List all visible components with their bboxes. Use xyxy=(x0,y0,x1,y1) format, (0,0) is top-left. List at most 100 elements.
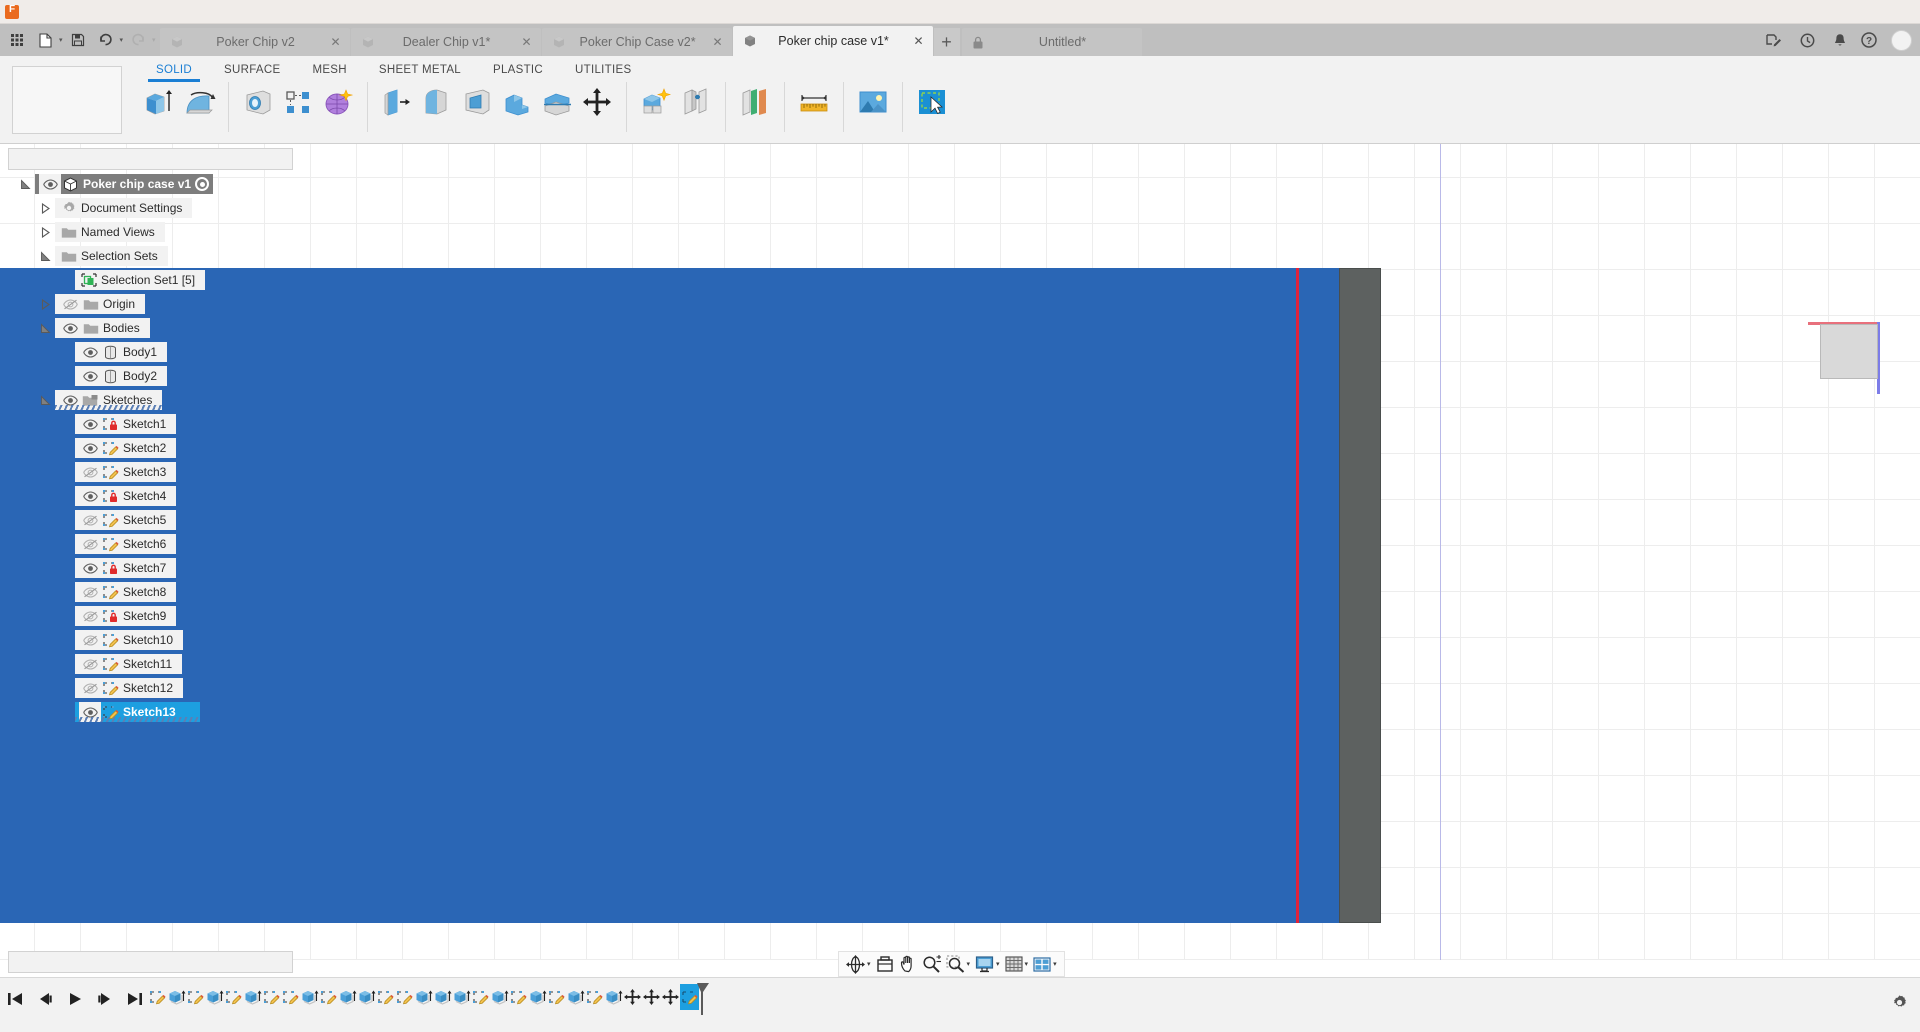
timeline-feature-28-sketch-current[interactable] xyxy=(680,983,709,1015)
viewports-button[interactable]: ▾ xyxy=(1031,955,1059,974)
visibility-eye-off-icon[interactable] xyxy=(79,630,101,650)
jump-to-end-button[interactable] xyxy=(125,989,145,1009)
timeline-feature-27-move[interactable] xyxy=(661,984,680,1010)
user-avatar[interactable] xyxy=(1891,29,1912,51)
combine-icon[interactable] xyxy=(498,82,536,122)
play-button[interactable] xyxy=(65,989,85,1009)
visibility-eye-icon[interactable] xyxy=(79,558,101,578)
orbit-caret-icon[interactable]: ▾ xyxy=(867,960,871,968)
tree-item-sketch6[interactable]: Sketch6 xyxy=(0,532,300,556)
display-settings-button[interactable]: ▾ xyxy=(973,954,1002,974)
undo-group[interactable]: ▾ xyxy=(93,27,123,53)
jump-to-beginning-button[interactable] xyxy=(5,989,25,1009)
insert-image-icon[interactable] xyxy=(854,82,892,122)
fillet-icon[interactable] xyxy=(418,82,456,122)
viewports-caret-icon[interactable]: ▾ xyxy=(1053,960,1057,968)
tree-item-poker-chip-case-v1[interactable]: Poker chip case v1 xyxy=(0,172,300,196)
new-document-caret-icon[interactable]: ▾ xyxy=(59,36,63,44)
timeline-feature-23-sketch[interactable] xyxy=(585,984,604,1010)
app-grid-icon[interactable] xyxy=(4,27,30,53)
tree-item-document-settings[interactable]: Document Settings xyxy=(0,196,300,220)
expand-triangle-icon[interactable] xyxy=(20,178,35,190)
tree-item-sketch13[interactable]: Sketch13 xyxy=(0,700,300,724)
visibility-eye-icon[interactable] xyxy=(79,366,101,386)
timeline-feature-12-sketch[interactable] xyxy=(376,984,395,1010)
tree-item-sketch11[interactable]: Sketch11 xyxy=(0,652,300,676)
timeline-feature-24-extrude[interactable] xyxy=(604,984,623,1010)
document-tab-close-icon[interactable]: ✕ xyxy=(911,34,927,48)
redo-caret-icon[interactable]: ▾ xyxy=(152,36,156,44)
timeline-marker[interactable] xyxy=(697,983,709,1015)
construct-plane-icon[interactable] xyxy=(736,82,774,122)
collapse-triangle-icon[interactable] xyxy=(40,202,55,214)
tree-item-origin[interactable]: Origin xyxy=(0,292,300,316)
timeline-feature-19-sketch[interactable] xyxy=(509,984,528,1010)
visibility-eye-off-icon[interactable] xyxy=(79,510,101,530)
timeline-feature-26-move[interactable] xyxy=(642,984,661,1010)
body-geometry-band[interactable] xyxy=(1339,268,1381,923)
tree-item-sketch1[interactable]: Sketch1 xyxy=(0,412,300,436)
document-tab-close-icon[interactable]: ✕ xyxy=(710,35,726,49)
tree-item-sketches[interactable]: Sketches xyxy=(0,388,300,412)
visibility-eye-off-icon[interactable] xyxy=(79,534,101,554)
expand-triangle-icon[interactable] xyxy=(40,322,55,334)
redo-icon[interactable] xyxy=(125,27,151,53)
timeline-feature-6-sketch[interactable] xyxy=(262,984,281,1010)
maximize-button[interactable] xyxy=(1832,0,1876,24)
ribbon-tab-plastic[interactable]: PLASTIC xyxy=(477,61,559,80)
save-icon[interactable] xyxy=(65,27,91,53)
help-icon[interactable]: ? xyxy=(1861,32,1877,48)
grid-snaps-caret-icon[interactable]: ▾ xyxy=(1025,960,1029,968)
document-tab-close-icon[interactable]: ✕ xyxy=(519,35,535,49)
visibility-eye-icon[interactable] xyxy=(59,318,81,338)
document-tab-3[interactable]: Poker chip case v1* ✕ xyxy=(732,26,933,56)
new-document-icon[interactable] xyxy=(32,27,58,53)
timeline-feature-17-sketch[interactable] xyxy=(471,984,490,1010)
timeline-feature-16-extrude[interactable] xyxy=(452,984,471,1010)
view-cube[interactable] xyxy=(1820,324,1878,379)
tree-item-sketch3[interactable]: Sketch3 xyxy=(0,460,300,484)
look-at-button[interactable] xyxy=(874,954,896,974)
timeline-feature-15-extrude[interactable] xyxy=(433,984,452,1010)
timeline-feature-21-sketch[interactable] xyxy=(547,984,566,1010)
timeline-feature-8-extrude[interactable] xyxy=(300,984,319,1010)
measure-icon[interactable] xyxy=(795,82,833,122)
minimize-button[interactable] xyxy=(1788,0,1832,24)
timeline-feature-5-extrude[interactable] xyxy=(243,984,262,1010)
collapse-triangle-icon[interactable] xyxy=(40,226,55,238)
extrude-icon[interactable] xyxy=(140,82,178,122)
pattern-icon[interactable] xyxy=(279,82,317,122)
tree-item-named-views[interactable]: Named Views xyxy=(0,220,300,244)
timeline-feature-1-extrude[interactable] xyxy=(167,984,186,1010)
new-document-group[interactable]: ▾ xyxy=(32,27,63,53)
ribbon-tab-mesh[interactable]: MESH xyxy=(296,61,362,80)
ribbon-tab-sheet-metal[interactable]: SHEET METAL xyxy=(363,61,477,80)
visibility-eye-off-icon[interactable] xyxy=(79,678,101,698)
tree-item-selection-set1-5[interactable]: Selection Set1 [5] xyxy=(0,268,300,292)
zoom-window-caret-icon[interactable]: ▾ xyxy=(967,960,971,968)
tree-item-sketch2[interactable]: Sketch2 xyxy=(0,436,300,460)
ribbon-tab-surface[interactable]: SURFACE xyxy=(208,61,296,80)
step-back-button[interactable] xyxy=(35,989,55,1009)
timeline-feature-3-extrude[interactable] xyxy=(205,984,224,1010)
timeline-feature-9-sketch[interactable] xyxy=(319,984,338,1010)
grid-snaps-button[interactable]: ▾ xyxy=(1003,955,1031,974)
history-status[interactable] xyxy=(1800,33,1819,48)
select-icon[interactable] xyxy=(913,82,951,122)
split-body-icon[interactable] xyxy=(538,82,576,122)
timeline-feature-22-extrude[interactable] xyxy=(566,984,585,1010)
timeline-feature-0-sketch[interactable] xyxy=(148,984,167,1010)
visibility-eye-icon[interactable] xyxy=(79,486,101,506)
document-tab-2[interactable]: Poker Chip Case v2* ✕ xyxy=(541,28,732,56)
timeline-feature-4-sketch[interactable] xyxy=(224,984,243,1010)
visibility-eye-icon[interactable] xyxy=(79,414,101,434)
visibility-eye-off-icon[interactable] xyxy=(79,462,101,482)
shell-icon[interactable] xyxy=(458,82,496,122)
new-component-icon[interactable] xyxy=(637,82,675,122)
expand-triangle-icon[interactable] xyxy=(40,250,55,262)
revolve-icon[interactable] xyxy=(180,82,218,122)
timeline-feature-18-extrude[interactable] xyxy=(490,984,509,1010)
collapse-triangle-icon[interactable] xyxy=(40,298,55,310)
tree-item-sketch4[interactable]: Sketch4 xyxy=(0,484,300,508)
zoom-button[interactable] xyxy=(920,954,943,974)
